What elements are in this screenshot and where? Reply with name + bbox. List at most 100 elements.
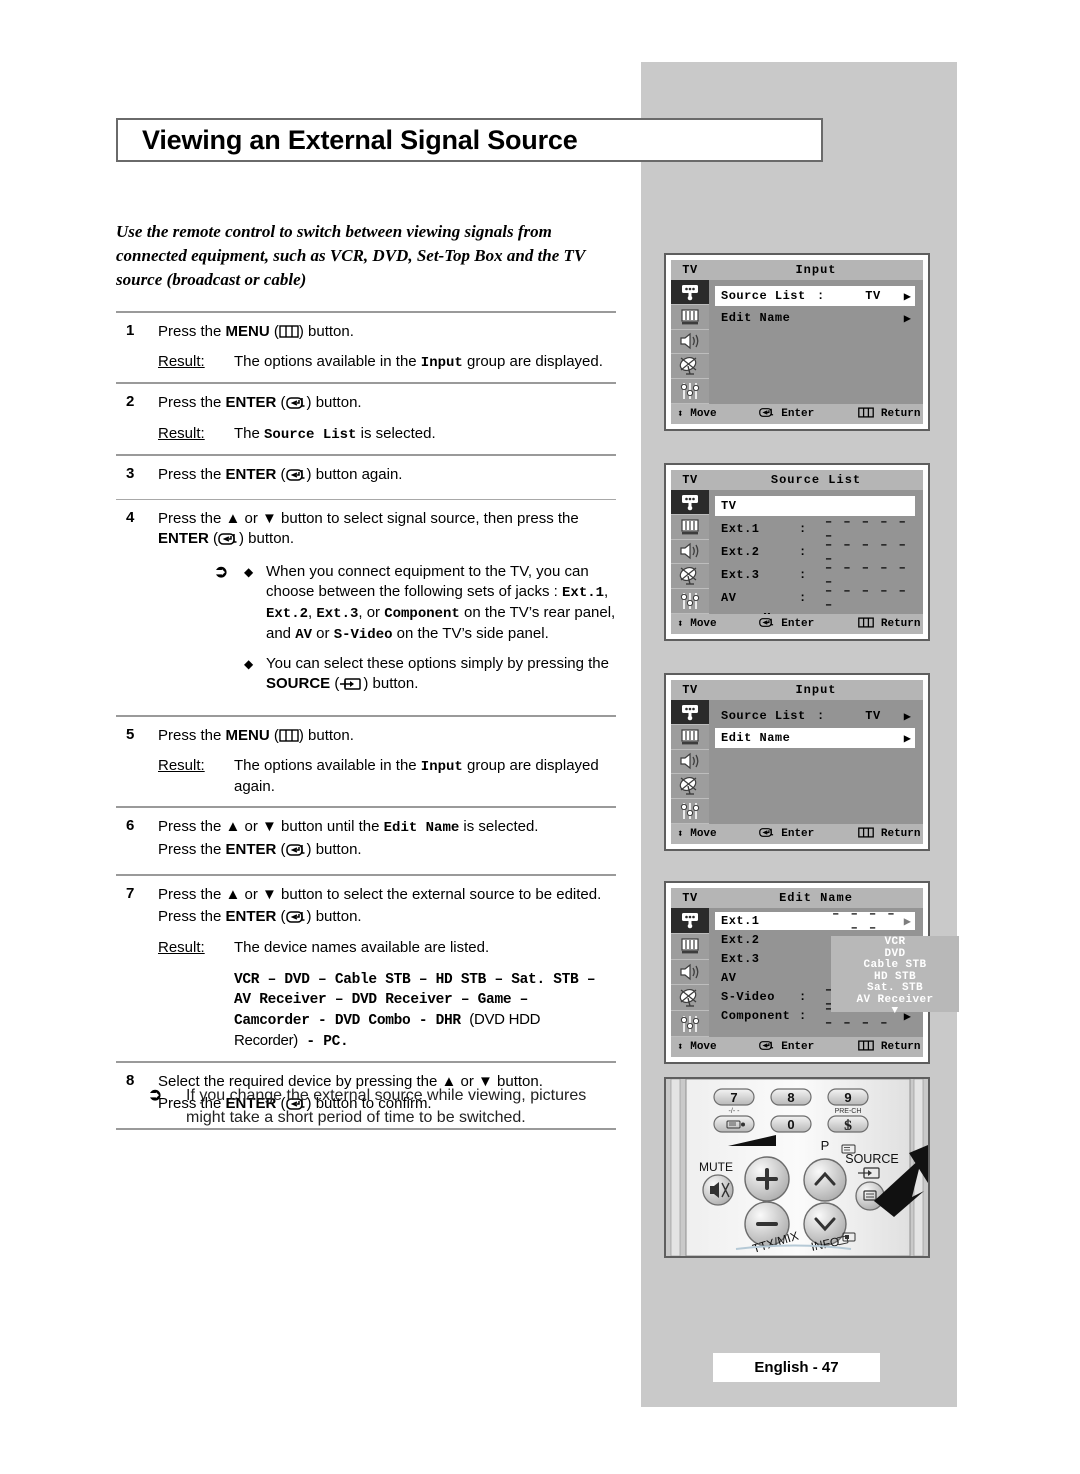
step-text-tail: ) button. [306,908,362,925]
osd-footer: ⬍ Move Enter Return [671,824,923,844]
osd-row-source-list[interactable]: Source List : TV ▶ [715,286,915,306]
result-text: The [234,425,265,442]
result-text-tail: group are displayed. [462,353,603,370]
osd-header: TV Source List [671,470,923,490]
row-label: S-Video [721,990,775,1004]
footer-enter: Enter [781,1041,815,1053]
osd-row-ext2[interactable]: Ext.2 : – – – – – – [715,538,915,566]
step-6: 6 Press the ▲ or ▼ button until the Edit… [116,808,616,874]
bullet-text: You can select these options simply by p… [266,655,609,672]
input-plug-icon[interactable] [671,908,709,934]
osd-sidebar [671,908,709,1037]
chevron-right-icon: ▶ [903,311,911,326]
dropdown-option-cable-stb[interactable]: Cable STB [831,959,959,972]
page-footnote: ➲ If you change the external source whil… [148,1085,618,1129]
note-arrow-icon: ➲ [148,1085,163,1104]
channel-dish-icon[interactable] [671,354,709,380]
device-list-line: AV Receiver – DVD Receiver – Game – [234,992,529,1008]
enter-icon [285,396,307,416]
row-label: Source List [721,709,806,723]
channel-dish-icon[interactable] [671,774,709,800]
dropdown-more-caret-icon[interactable]: ▼ [831,1006,959,1017]
dropdown-option-vcr[interactable]: VCR [831,936,959,949]
osd-input-menu-1: TV Input Source List : TV ▶ Edit Name ▶ … [664,253,930,431]
osd-tv-label: TV [671,683,709,697]
osd-tv-label: TV [671,473,709,487]
svg-text:9: 9 [844,1090,851,1105]
osd-tv-label: TV [671,263,709,277]
chevron-right-icon: ▶ [903,289,911,304]
osd-row-tv[interactable]: TV [715,496,915,516]
chevron-right-icon: ▶ [903,731,911,746]
footer-move: Move [690,828,717,840]
step-text-tail: is selected. [459,818,539,835]
picture-icon[interactable] [671,934,709,960]
setup-sliders-icon[interactable] [671,379,709,404]
row-colon: : [799,568,807,582]
input-plug-icon[interactable] [671,280,709,305]
paren-open: ( [330,675,340,692]
sound-speaker-icon[interactable] [671,330,709,355]
paren-open: ( [269,727,279,744]
setup-sliders-icon[interactable] [671,799,709,824]
picture-icon[interactable] [671,515,709,540]
osd-row-av[interactable]: AV : – – – – – – [715,584,915,612]
osd-header: TV Input [671,680,923,700]
row-label: Ext.3 [721,952,760,966]
mono-edit-name: Edit Name [383,820,460,836]
osd-tv-label: TV [671,891,709,905]
enter-icon [758,617,775,632]
osd-title: Edit Name [779,891,853,905]
device-list-line: Camcorder - DVD Combo - DHR [234,1013,470,1029]
paren-open: ( [276,841,286,858]
sound-speaker-icon[interactable] [671,960,709,986]
result-label: Result: [158,757,205,774]
row-value: TV [865,709,881,723]
menu-icon [858,1039,875,1055]
setup-sliders-icon[interactable] [671,1011,709,1037]
input-plug-icon[interactable] [671,490,709,515]
osd-row-ext1[interactable]: Ext.1 : – – – – – – [715,515,915,543]
updown-icon: ⬍ [677,409,684,421]
row-label: Ext.2 [721,933,760,947]
step-number: 1 [126,322,135,339]
osd-row-ext1[interactable]: Ext.1 – – – – – – ▶ [715,907,915,935]
enter-button-label: ENTER [158,530,209,547]
setup-sliders-icon[interactable] [671,589,709,614]
paren-open: ( [276,908,286,925]
row-label: AV [721,591,737,605]
step-text-tail: ) button. [239,530,295,547]
step-text-tail: ) button. [306,394,362,411]
enter-button-label: ENTER [225,466,277,483]
osd-row-edit-name[interactable]: Edit Name ▶ [715,308,915,328]
row-label: TV [721,499,737,513]
dropdown-option-sat-stb[interactable]: Sat. STB [831,982,959,995]
row-colon: : [817,289,825,303]
sound-speaker-icon[interactable] [671,540,709,565]
sound-speaker-icon[interactable] [671,750,709,775]
device-name-list: VCR – DVD – Cable STB – HD STB – Sat. ST… [234,970,596,1052]
input-plug-icon[interactable] [671,700,709,725]
result-row: Result: The options available in the Inp… [158,352,616,373]
result-row: Result: The options available in the Inp… [158,756,616,797]
osd-row-ext3[interactable]: Ext.3 : – – – – – – [715,561,915,589]
row-label: Ext.2 [721,545,760,559]
picture-icon[interactable] [671,305,709,330]
paren-open: ( [208,530,219,547]
picture-icon[interactable] [671,725,709,750]
footnote-text: If you change the external source while … [186,1087,587,1126]
mono-av: AV [295,627,313,643]
osd-row-edit-name[interactable]: Edit Name ▶ [715,728,915,748]
channel-dish-icon[interactable] [671,985,709,1012]
osd-row-source-list[interactable]: Source List : TV ▶ [715,706,915,726]
step-1: 1 Press the MENU () button. Result: The … [116,313,616,382]
osd-sidebar [671,700,709,824]
channel-dish-icon[interactable] [671,564,709,590]
row-colon: : [799,1009,807,1023]
footer-move: Move [690,408,717,420]
result-text: The device names available are listed. [234,939,490,956]
row-label: Ext.1 [721,522,760,536]
updown-icon: ⬍ [677,829,684,841]
device-name-dropdown[interactable]: VCR DVD Cable STB HD STB Sat. STB AV Rec… [831,936,959,1017]
